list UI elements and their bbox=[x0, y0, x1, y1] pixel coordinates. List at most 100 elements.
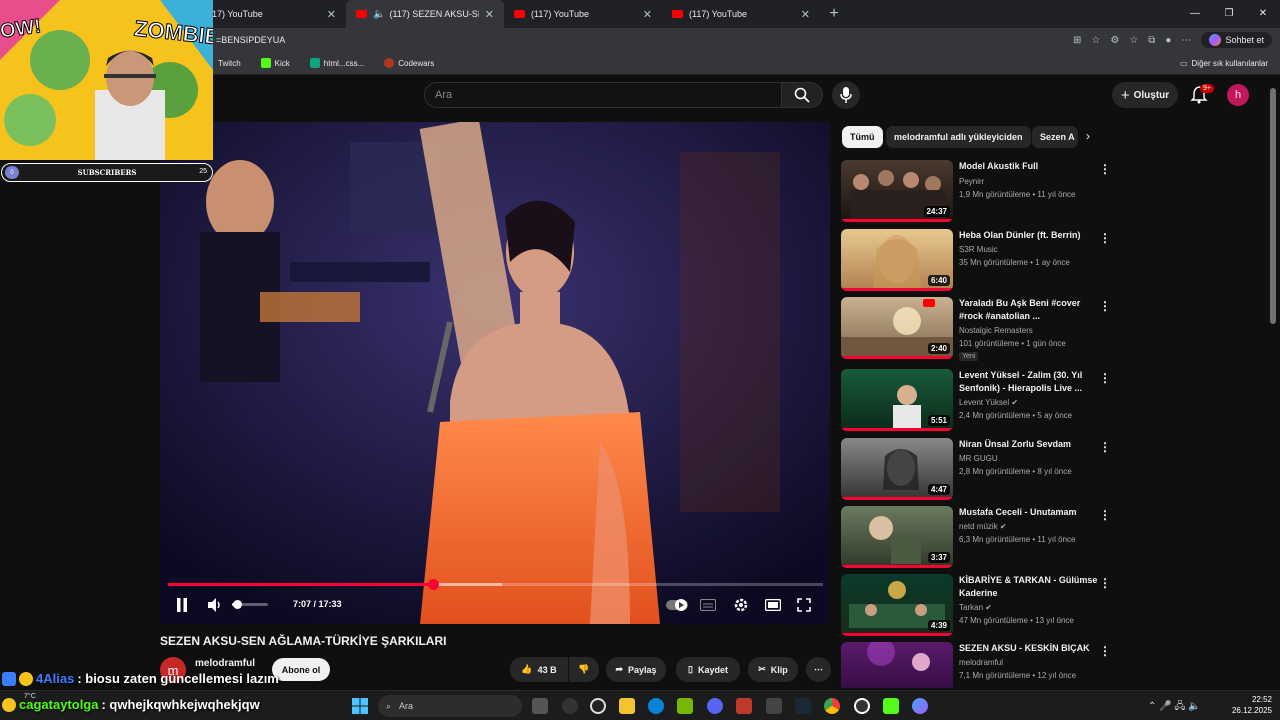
more-options-icon[interactable]: ⋮ bbox=[1099, 508, 1111, 522]
restore-button[interactable]: ❐ bbox=[1212, 0, 1246, 28]
close-icon[interactable]: ✕ bbox=[327, 8, 336, 21]
clip-button[interactable]: ✂ Klip bbox=[748, 657, 798, 682]
video-thumbnail[interactable]: 4:47 bbox=[841, 438, 953, 500]
recommendation-title[interactable]: Model Akustik Full bbox=[959, 160, 1099, 173]
taskbar-search[interactable]: ⌕ Ara bbox=[378, 695, 522, 717]
file-explorer-icon[interactable] bbox=[619, 698, 635, 714]
recommendation-item[interactable]: 3:37 Mustafa Ceceli - Unutamam netd müzi… bbox=[841, 506, 1111, 570]
like-button[interactable]: 👍 43 B bbox=[510, 657, 568, 682]
close-icon[interactable]: ✕ bbox=[801, 8, 810, 21]
star-icon[interactable]: ☆ bbox=[1091, 35, 1100, 46]
page-scrollbar[interactable] bbox=[1270, 88, 1276, 324]
chip-from-uploader[interactable]: melodramful adlı yükleyiciden bbox=[886, 126, 1031, 148]
more-options-icon[interactable]: ⋮ bbox=[1099, 162, 1111, 176]
video-thumbnail[interactable]: 2:40 bbox=[841, 297, 953, 359]
close-window-button[interactable]: ✕ bbox=[1246, 0, 1280, 28]
system-tray-icons[interactable]: ⌃ 🎤 🖧 🔈 bbox=[1148, 699, 1201, 716]
obs-icon[interactable] bbox=[854, 698, 870, 714]
voice-search-button[interactable] bbox=[832, 81, 860, 109]
profile-icon[interactable]: ● bbox=[1165, 35, 1171, 46]
chatgpt-icon[interactable] bbox=[590, 698, 606, 714]
favorites-icon[interactable]: ☆ bbox=[1129, 35, 1138, 46]
other-bookmarks[interactable]: ▭ Diğer sık kullanılanlar bbox=[1180, 59, 1268, 68]
kick-icon[interactable] bbox=[883, 698, 899, 714]
save-button[interactable]: ▯ Kaydet bbox=[676, 657, 740, 682]
recommendation-item[interactable]: 24:37 Model Akustik Full Peynirr 1,9 Mn … bbox=[841, 160, 1111, 224]
recommendation-channel[interactable]: Levent Yüksel ✔ bbox=[959, 398, 1018, 407]
video-progress-bar[interactable] bbox=[168, 579, 823, 590]
video-thumbnail[interactable]: 3:37 bbox=[841, 506, 953, 568]
recommendation-title[interactable]: KİBARİYE & TARKAN - Gülümse Kaderine bbox=[959, 574, 1099, 600]
close-icon[interactable]: ✕ bbox=[485, 8, 494, 21]
more-options-icon[interactable]: ⋮ bbox=[1099, 576, 1111, 590]
account-avatar[interactable]: h bbox=[1227, 84, 1249, 106]
search-button[interactable] bbox=[781, 82, 823, 108]
chevron-right-icon[interactable]: › bbox=[1086, 129, 1090, 143]
video-thumbnail[interactable]: 4:39 bbox=[841, 574, 953, 636]
autoplay-toggle[interactable] bbox=[666, 596, 688, 614]
channel-name[interactable]: melodramful bbox=[195, 658, 255, 669]
recommendation-title[interactable]: Mustafa Ceceli - Unutamam bbox=[959, 506, 1099, 519]
recommendation-title[interactable]: SEZEN AKSU - KESKİN BIÇAK bbox=[959, 642, 1099, 655]
video-thumbnail[interactable]: 5:51 bbox=[841, 369, 953, 431]
recommendation-channel[interactable]: Peynirr bbox=[959, 177, 984, 186]
recommendation-channel[interactable]: melodramful bbox=[959, 658, 1003, 667]
discord-icon[interactable] bbox=[707, 698, 723, 714]
more-options-icon[interactable]: ⋮ bbox=[1099, 371, 1111, 385]
apps-icon[interactable]: ⊞ bbox=[1073, 35, 1081, 46]
nvidia-icon[interactable] bbox=[677, 698, 693, 714]
recommendation-title[interactable]: Niran Ünsal Zorlu Sevdam bbox=[959, 438, 1099, 451]
edge-icon[interactable] bbox=[648, 698, 664, 714]
chip-all[interactable]: Tümü bbox=[842, 126, 883, 148]
pause-button[interactable] bbox=[174, 596, 190, 614]
clock[interactable]: 22:52 26.12.2025 bbox=[1228, 694, 1272, 716]
url-field[interactable]: =BENSIPDEYUA bbox=[216, 35, 1073, 45]
recommendation-item[interactable]: 5:51 Levent Yüksel - Zalim (30. Yıl Senf… bbox=[841, 369, 1111, 433]
task-view-icon[interactable] bbox=[532, 698, 548, 714]
windows-start-icon[interactable] bbox=[352, 698, 368, 714]
video-thumbnail[interactable]: 24:37 bbox=[841, 160, 953, 222]
edge-dev-icon[interactable] bbox=[562, 698, 578, 714]
subtitles-button[interactable] bbox=[698, 596, 718, 614]
bookmark-kick[interactable]: Kick bbox=[260, 58, 290, 68]
video-player[interactable] bbox=[160, 122, 830, 624]
recommendation-channel[interactable]: MR GUGU bbox=[959, 454, 998, 463]
search-input[interactable]: Ara bbox=[424, 82, 782, 108]
more-actions-button[interactable]: ⋯ bbox=[806, 657, 831, 682]
minimize-button[interactable]: — bbox=[1178, 0, 1212, 28]
more-icon[interactable]: ⋯ bbox=[1181, 35, 1191, 46]
bookmark-html-css[interactable]: html...css... bbox=[309, 58, 364, 68]
more-options-icon[interactable]: ⋮ bbox=[1099, 440, 1111, 454]
recommendation-item[interactable]: 2:40 Yaraladı Bu Aşk Beni #cover #rock #… bbox=[841, 297, 1111, 361]
video-thumbnail[interactable]: 6:40 bbox=[841, 229, 953, 291]
more-options-icon[interactable]: ⋮ bbox=[1099, 231, 1111, 245]
bookmark-twitch[interactable]: Twitch bbox=[218, 59, 241, 68]
share-button[interactable]: ➦ Paylaş bbox=[606, 657, 666, 682]
steam-icon[interactable] bbox=[795, 698, 811, 714]
copilot-button[interactable]: Sohbet et bbox=[1201, 32, 1272, 48]
recommendation-item[interactable]: SEZEN AKSU - KESKİN BIÇAK melodramful 7,… bbox=[841, 642, 1111, 688]
more-options-icon[interactable]: ⋮ bbox=[1099, 299, 1111, 313]
recommendation-channel[interactable]: Tarkan ✔ bbox=[959, 603, 992, 612]
extensions-icon[interactable]: ⚙ bbox=[1110, 35, 1119, 46]
recommendation-title[interactable]: Yaraladı Bu Aşk Beni #cover #rock #anato… bbox=[959, 297, 1099, 323]
recommendation-item[interactable]: 4:39 KİBARİYE & TARKAN - Gülümse Kaderin… bbox=[841, 574, 1111, 638]
create-button[interactable]: + Oluştur bbox=[1112, 82, 1178, 108]
bookmark-codewars[interactable]: Codewars bbox=[384, 58, 434, 68]
collections-icon[interactable]: ⧉ bbox=[1148, 35, 1155, 46]
new-tab-button[interactable]: + bbox=[820, 5, 848, 23]
speaker-icon[interactable]: 🔈 bbox=[373, 9, 385, 20]
chip-sezen[interactable]: Sezen A bbox=[1032, 126, 1078, 148]
mute-button[interactable] bbox=[206, 596, 224, 614]
browser-tab[interactable]: (117) YouTube ✕ bbox=[662, 0, 820, 28]
chrome-icon[interactable] bbox=[824, 698, 840, 714]
recommendation-channel[interactable]: S3R Music bbox=[959, 245, 998, 254]
dislike-button[interactable]: 👎 bbox=[569, 657, 599, 682]
app-icon[interactable] bbox=[766, 698, 782, 714]
copilot-icon[interactable] bbox=[912, 698, 928, 714]
recommendation-item[interactable]: 4:47 Niran Ünsal Zorlu Sevdam MR GUGU 2,… bbox=[841, 438, 1111, 502]
close-icon[interactable]: ✕ bbox=[643, 8, 652, 21]
browser-tab-active[interactable]: 🔈 (117) SEZEN AKSU-SEN AĞLA ✕ bbox=[346, 0, 504, 28]
volume-knob[interactable] bbox=[233, 600, 242, 609]
recommendation-channel[interactable]: netd müzik ✔ bbox=[959, 522, 1007, 531]
